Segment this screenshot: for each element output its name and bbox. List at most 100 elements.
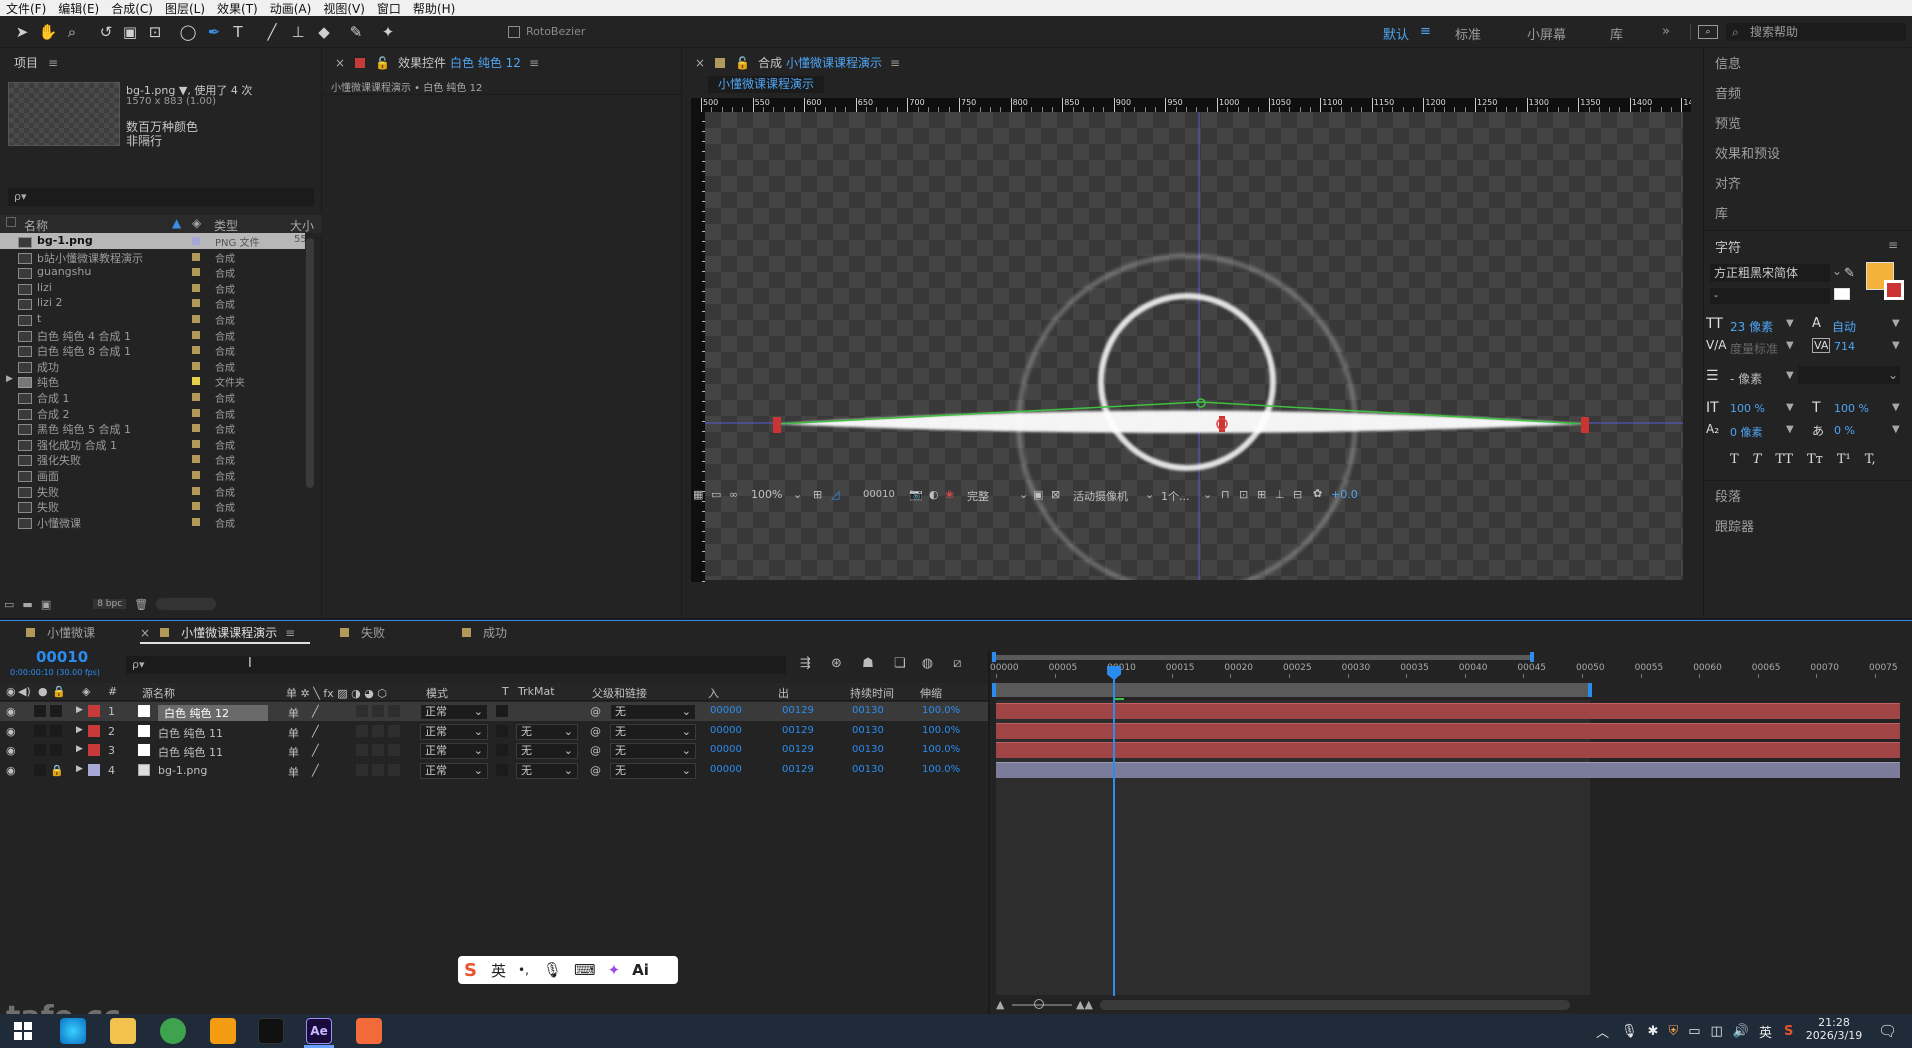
layer-source-name[interactable]: 白色 纯色 12 xyxy=(158,705,268,721)
pen-tool-icon[interactable]: ✒ xyxy=(204,22,224,42)
layer-out-value[interactable]: 00129 xyxy=(782,764,814,775)
tray-expand-icon[interactable]: ︿ xyxy=(1596,1022,1609,1041)
close-tab-icon[interactable]: × xyxy=(695,56,705,70)
brush-tool-icon[interactable]: ╱ xyxy=(262,22,282,42)
sogou-logo-icon[interactable]: S xyxy=(464,960,477,981)
after-effects-icon[interactable]: Ae xyxy=(306,1018,332,1044)
parent-pickwhip-icon[interactable]: @ xyxy=(590,764,601,777)
expand-arrow-icon[interactable]: ▶ xyxy=(76,725,83,735)
music-app-icon[interactable] xyxy=(258,1018,284,1044)
label-color-swatch[interactable] xyxy=(192,439,200,448)
blend-mode-dropdown[interactable]: 正常 ⌄ xyxy=(420,743,488,760)
parent-pickwhip-icon[interactable]: @ xyxy=(590,725,601,738)
baseline-shift-value[interactable]: 0 像素 xyxy=(1730,424,1763,440)
layer-stretch-value[interactable]: 100.0% xyxy=(922,764,960,775)
project-list-item[interactable]: lizi 2 合成 xyxy=(0,295,305,311)
mask-vertex-right[interactable] xyxy=(1581,417,1589,433)
timeline-icon[interactable]: ⊞ xyxy=(1257,488,1266,501)
ime-punct-toggle[interactable]: •, xyxy=(518,963,529,977)
ime-lang-toggle[interactable]: 英 xyxy=(491,960,506,981)
zoom-dropdown[interactable]: 100% xyxy=(751,488,782,501)
toggle-pixel-aspect-icon[interactable]: ⊓ xyxy=(1221,488,1230,501)
delete-icon[interactable]: 🗑 xyxy=(134,598,148,611)
project-list-item[interactable]: 合成 2 合成 xyxy=(0,405,305,421)
draft-3d-icon[interactable]: ⊛ xyxy=(831,656,842,671)
parent-dropdown[interactable]: 无 ⌄ xyxy=(610,723,696,740)
layer-switch-toggle[interactable] xyxy=(372,763,384,776)
label-color-swatch[interactable] xyxy=(192,346,200,355)
label-color-swatch[interactable] xyxy=(192,268,200,277)
rotate-tool-icon[interactable]: ↺ xyxy=(96,22,116,42)
layer-source-name[interactable]: 白色 纯色 11 xyxy=(158,744,223,760)
close-tab-icon[interactable]: × xyxy=(335,56,345,70)
zoom-out-icon[interactable]: ▲ xyxy=(996,998,1004,1011)
trkmat-dropdown[interactable]: 无 ⌄ xyxy=(516,723,578,740)
shy-switch-icon[interactable]: 单 xyxy=(288,744,299,760)
workspace-small-screen[interactable]: 小屏幕 xyxy=(1527,24,1566,43)
label-color-swatch[interactable] xyxy=(192,361,200,370)
notification-icon[interactable]: 🗨 xyxy=(1878,1022,1897,1040)
project-list-item[interactable]: 小懂微课 合成 xyxy=(0,514,305,530)
close-tab-icon[interactable]: × xyxy=(140,626,150,640)
project-h-scrollbar[interactable] xyxy=(156,598,217,610)
grid-icon[interactable]: ◿ xyxy=(831,488,839,501)
ime-ai-button[interactable]: Ai xyxy=(632,961,649,979)
views-dropdown[interactable]: 1个... xyxy=(1161,488,1190,504)
col-size-header[interactable]: 大小 xyxy=(290,217,314,234)
time-ruler[interactable]: 00000 00005 00010 00015 00020 00025 00030 00035… xyxy=(990,662,1908,678)
workspace-library[interactable]: 库 xyxy=(1610,24,1623,43)
project-scrollbar[interactable] xyxy=(306,238,314,488)
character-panel-title[interactable]: 字符 xyxy=(1715,237,1741,256)
video-eye-icon[interactable]: ◉ xyxy=(6,725,16,738)
stroke-type-dropdown[interactable] xyxy=(1798,366,1900,384)
comp-title-name[interactable]: 小懂微课课程演示 xyxy=(786,54,882,71)
region-of-interest-icon[interactable]: ▦ xyxy=(693,488,703,501)
solo-toggle[interactable] xyxy=(34,744,46,757)
tracker-panel[interactable]: 跟踪器 xyxy=(1715,516,1754,535)
layer-source-name[interactable]: 白色 纯色 11 xyxy=(158,725,223,741)
col-name-header[interactable]: 名称 xyxy=(24,217,48,234)
comp-flowchart-icon[interactable]: ⇶ xyxy=(800,656,811,671)
mask-view-icon[interactable]: ∞ xyxy=(729,488,738,501)
text-tool-icon[interactable]: T xyxy=(228,22,248,42)
menu-item-7[interactable]: 窗口 xyxy=(371,0,407,17)
expand-arrow-icon[interactable]: ▶ xyxy=(76,705,83,715)
project-list-item[interactable]: 失败 合成 xyxy=(0,483,305,499)
channel-icon[interactable]: ❀ xyxy=(945,488,954,501)
tsume-value[interactable]: 0 % xyxy=(1834,424,1855,437)
work-area-bar[interactable] xyxy=(992,652,1908,662)
project-list-item[interactable]: 强化成功 合成 1 合成 xyxy=(0,436,305,452)
motion-blur-icon[interactable]: ◍ xyxy=(922,656,933,671)
project-list-item[interactable]: ▶ 纯色 文件夹 xyxy=(0,373,305,389)
character-menu-icon[interactable]: ≡ xyxy=(1888,238,1898,252)
blend-mode-dropdown[interactable]: 正常 ⌄ xyxy=(420,723,488,740)
viewer-timecode[interactable]: 00010 xyxy=(863,489,895,500)
mask-vertex-top[interactable] xyxy=(1196,398,1206,408)
parent-dropdown[interactable]: 无 ⌄ xyxy=(610,743,696,760)
menu-item-3[interactable]: 图层(L) xyxy=(159,0,211,17)
workspace-default[interactable]: 默认 xyxy=(1383,24,1409,43)
layer-out-value[interactable]: 00129 xyxy=(782,705,814,716)
label-color-swatch[interactable] xyxy=(192,424,200,433)
safe-zones-icon[interactable]: ⊞ xyxy=(813,488,822,501)
label-color-swatch[interactable] xyxy=(192,315,200,323)
layer-in-value[interactable]: 00000 xyxy=(710,744,742,755)
new-folder-icon[interactable]: ▬ xyxy=(22,598,32,611)
layer-switch-toggle[interactable] xyxy=(356,705,368,717)
right-panel-item-4[interactable]: 对齐 xyxy=(1715,173,1741,192)
project-list-item[interactable]: 合成 1 合成 xyxy=(0,389,305,405)
project-list-item[interactable]: b站小懂微课教程演示 合成 xyxy=(0,249,305,265)
layer-in-value[interactable]: 00000 xyxy=(710,764,742,775)
timeline-tab-1[interactable]: 小懂微课课程演示 xyxy=(181,624,277,641)
project-list-item[interactable]: 强化失败 合成 xyxy=(0,451,305,467)
project-search-input[interactable]: ρ▾ xyxy=(8,188,314,206)
hand-tool-icon[interactable]: ✋ xyxy=(38,22,58,42)
text-style-button-2[interactable]: TT xyxy=(1775,452,1793,467)
target-region-icon[interactable]: ▣ xyxy=(1033,488,1043,501)
video-eye-icon[interactable]: ◉ xyxy=(6,764,16,777)
menu-item-8[interactable]: 帮助(H) xyxy=(407,0,461,17)
text-style-button-3[interactable]: Tт xyxy=(1807,452,1823,467)
horizontal-scale-value[interactable]: 100 % xyxy=(1834,402,1869,415)
layer-switch-toggle[interactable] xyxy=(356,724,368,737)
leading-value[interactable]: 自动 xyxy=(1832,318,1856,335)
